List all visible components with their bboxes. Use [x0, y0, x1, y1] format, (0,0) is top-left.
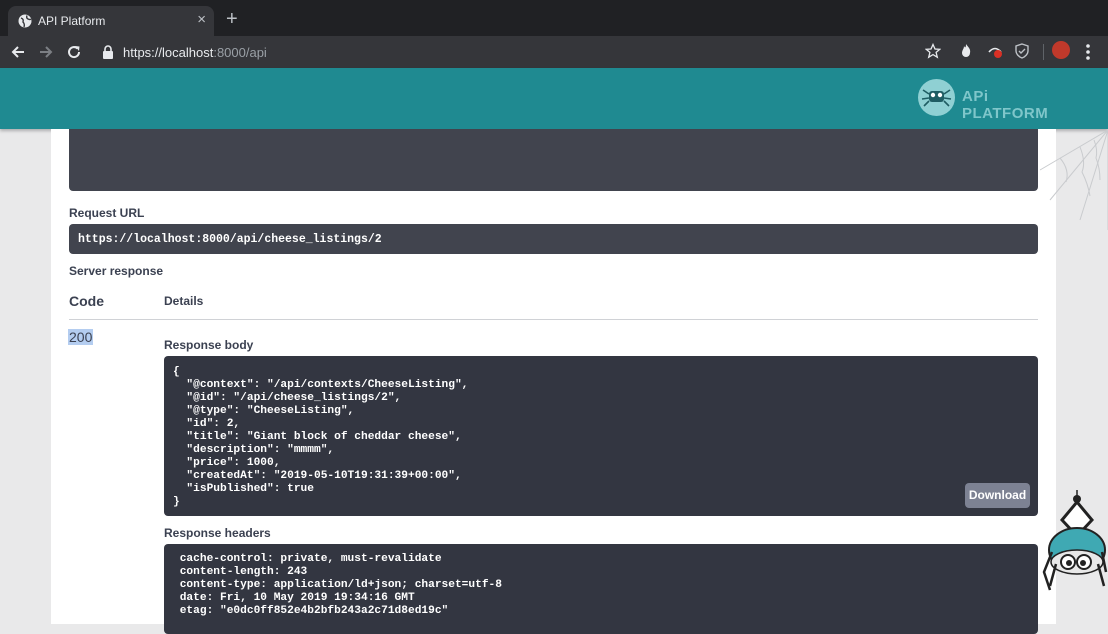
response-body-block: { "@context": "/api/contexts/CheeseListi… — [164, 356, 1038, 516]
spider-mascot-decoration — [1042, 490, 1108, 591]
new-tab-button[interactable]: + — [226, 9, 238, 29]
address-bar[interactable]: https://localhost:8000/api — [96, 40, 946, 64]
request-url-value: https://localhost:8000/api/cheese_listin… — [78, 233, 382, 246]
bookmark-star-icon[interactable] — [925, 43, 941, 59]
lock-icon — [103, 45, 113, 59]
download-button[interactable]: Download — [965, 483, 1030, 508]
response-headers-label: Response headers — [164, 526, 271, 540]
reload-icon[interactable] — [64, 42, 84, 62]
globe-icon — [18, 14, 32, 28]
spider-logo-icon — [918, 79, 955, 116]
details-column-header: Details — [164, 294, 204, 308]
adblock-extension-icon[interactable] — [987, 43, 1003, 59]
response-body-label: Response body — [164, 338, 254, 352]
browser-toolbar: https://localhost:8000/api — [0, 36, 1108, 68]
tab-title: API Platform — [38, 14, 106, 28]
table-divider — [69, 319, 1038, 320]
browser-tab[interactable]: API Platform × — [8, 6, 214, 36]
response-body-json: { "@context": "/api/contexts/CheeseListi… — [173, 366, 469, 508]
spider-web-decoration — [1039, 129, 1108, 230]
fire-extension-icon[interactable] — [958, 43, 974, 59]
back-arrow-icon[interactable] — [8, 42, 28, 62]
request-url-box: https://localhost:8000/api/cheese_listin… — [69, 224, 1038, 254]
response-headers-text: cache-control: private, must-revalidate … — [179, 553, 502, 617]
app-header: APi PLATFORM — [0, 68, 1108, 129]
browser-menu-icon[interactable] — [1083, 42, 1093, 62]
toolbar-separator — [1043, 44, 1044, 60]
response-headers-block: cache-control: private, must-revalidate … — [164, 544, 1038, 634]
url-text: https://localhost:8000/api — [123, 45, 267, 60]
request-url-label: Request URL — [69, 206, 145, 220]
shield-extension-icon[interactable] — [1014, 43, 1030, 59]
tab-close-icon[interactable]: × — [197, 11, 206, 29]
browser-tab-strip: API Platform × + — [0, 0, 1108, 36]
status-code: 200 — [68, 329, 94, 345]
server-response-label: Server response — [69, 264, 164, 278]
profile-avatar[interactable] — [1052, 41, 1070, 59]
forward-arrow-icon[interactable] — [36, 42, 56, 62]
code-column-header: Code — [69, 293, 104, 309]
curl-command-block — [69, 129, 1038, 191]
